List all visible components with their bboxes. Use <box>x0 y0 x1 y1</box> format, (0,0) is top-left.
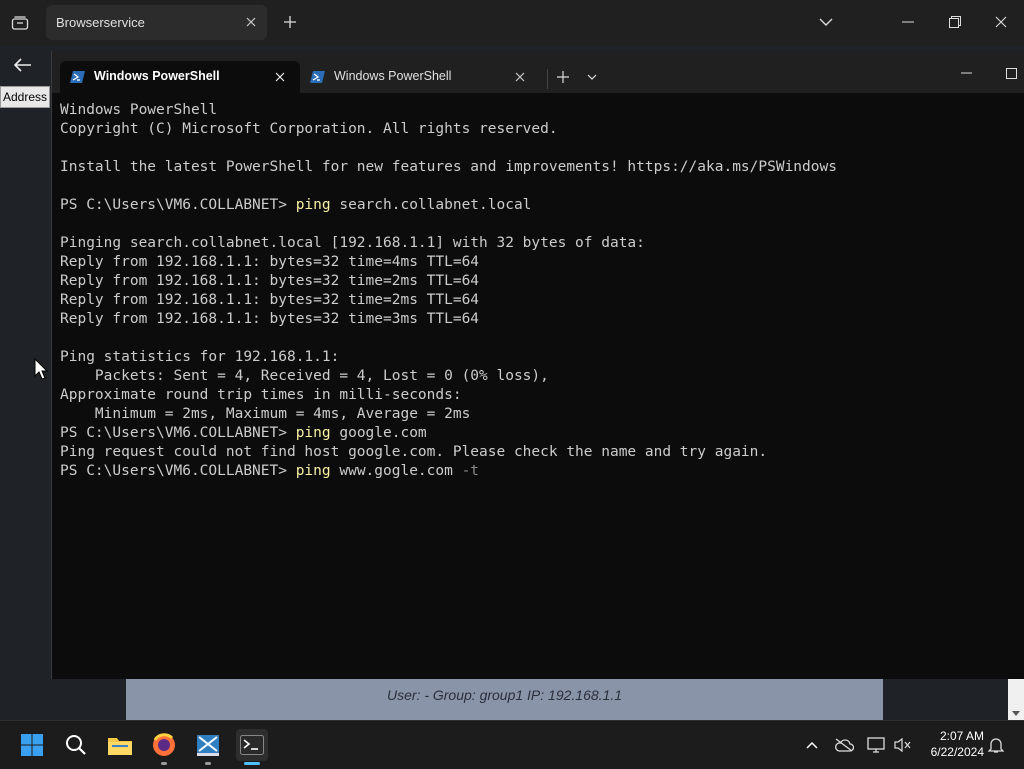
clock-date: 6/22/2024 <box>930 745 984 759</box>
terminal-output-line: Copyright (C) Microsoft Corporation. All… <box>60 121 558 137</box>
terminal-command-line: PS C:\Users\VM6.COLLABNET> ping www.gogl… <box>60 462 1010 481</box>
terminal-command-line: PS C:\Users\VM6.COLLABNET> ping google.c… <box>60 424 1010 443</box>
command-argument: search.collabnet.local <box>330 197 532 213</box>
terminal-tab-title: Windows PowerShell <box>94 69 220 83</box>
terminal-tab-2[interactable]: Windows PowerShell <box>300 61 540 93</box>
terminal-command-line: PS C:\Users\VM6.COLLABNET> ping search.c… <box>60 196 1010 215</box>
command-argument: google.com <box>330 425 427 441</box>
firefox-icon[interactable] <box>148 729 180 765</box>
terminal-maximize-button[interactable] <box>998 63 1024 83</box>
command-name: ping <box>295 425 331 441</box>
tab-list-chevron-down-icon[interactable] <box>811 8 841 36</box>
file-explorer-icon[interactable] <box>104 729 136 761</box>
page-status-text: User: - Group: group1 IP: 192.168.1.1 <box>386 686 623 703</box>
notification-bell-icon[interactable] <box>986 735 1006 755</box>
close-icon[interactable] <box>511 68 529 86</box>
terminal-output-line: Ping statistics for 192.168.1.1: <box>60 349 340 365</box>
terminal-output-line: Pinging search.collabnet.local [192.168.… <box>60 235 645 251</box>
command-argument: www.gogle.com <box>330 463 462 479</box>
restore-button[interactable] <box>940 8 970 36</box>
terminal-output-line: Minimum = 2ms, Maximum = 4ms, Average = … <box>60 406 471 422</box>
terminal-tab-bar: Windows PowerShell Windows PowerShell <box>52 51 1024 93</box>
page-status-bar: User: - Group: group1 IP: 192.168.1.1 <box>126 679 883 720</box>
terminal-output-line: Windows PowerShell <box>60 102 218 118</box>
browser-tab[interactable]: Browserservice <box>46 5 267 40</box>
terminal-tab-title: Windows PowerShell <box>334 69 452 83</box>
terminal-output-line: Reply from 192.168.1.1: bytes=32 time=4m… <box>60 254 480 270</box>
prompt: PS C:\Users\VM6.COLLABNET> <box>60 197 296 213</box>
browser-tab-title: Browserservice <box>56 15 145 30</box>
terminal-minimize-button[interactable] <box>952 63 980 83</box>
command-name: ping <box>295 197 331 213</box>
command-parameter: -t <box>461 463 480 479</box>
running-indicator <box>205 762 211 765</box>
browser-tab-strip: Browserservice <box>0 0 1024 46</box>
display-icon[interactable] <box>866 735 886 755</box>
close-window-button[interactable] <box>986 8 1016 36</box>
running-indicator <box>161 762 167 765</box>
terminal-output[interactable]: Windows PowerShell Copyright (C) Microsof… <box>60 101 1010 661</box>
new-tab-button[interactable] <box>280 12 300 32</box>
network-app-icon[interactable] <box>192 729 224 765</box>
search-icon[interactable] <box>60 729 92 761</box>
terminal-output-line: Reply from 192.168.1.1: bytes=32 time=2m… <box>60 273 480 289</box>
terminal-output-line: Packets: Sent = 4, Received = 4, Lost = … <box>60 368 549 384</box>
page-background <box>883 679 1008 720</box>
chevron-down-icon[interactable] <box>582 67 602 87</box>
taskbar: 2:07 AM 6/22/2024 <box>0 720 1024 769</box>
system-clock[interactable]: 2:07 AM 6/22/2024 <box>918 728 984 760</box>
start-windows-icon[interactable] <box>16 729 48 761</box>
terminal-output-line: Reply from 192.168.1.1: bytes=32 time=3m… <box>60 311 480 327</box>
close-icon[interactable] <box>271 68 289 86</box>
powershell-icon <box>70 69 86 85</box>
tab-actions-icon[interactable] <box>8 11 32 35</box>
terminal-tab-1[interactable]: Windows PowerShell <box>60 61 300 93</box>
volume-muted-icon[interactable] <box>892 735 912 755</box>
scroll-down-arrow-icon[interactable] <box>1008 708 1024 718</box>
cloud-offline-icon[interactable] <box>834 735 854 755</box>
new-terminal-tab-button[interactable] <box>552 67 574 87</box>
active-indicator <box>244 762 260 765</box>
clock-time: 2:07 AM <box>939 729 984 743</box>
terminal-output-line: Ping request could not find host google.… <box>60 444 768 460</box>
powershell-icon <box>310 69 326 85</box>
mouse-cursor-icon <box>34 357 49 385</box>
close-icon[interactable] <box>243 14 259 30</box>
terminal-output-line: Reply from 192.168.1.1: bytes=32 time=2m… <box>60 292 480 308</box>
terminal-icon[interactable] <box>236 729 268 765</box>
terminal-window: Windows PowerShell Windows PowerShell Wi… <box>51 51 1024 679</box>
terminal-output-line: Install the latest PowerShell for new fe… <box>60 159 837 175</box>
command-name: ping <box>295 463 331 479</box>
tab-separator <box>547 69 548 89</box>
minimize-button[interactable] <box>893 8 923 36</box>
scrollbar[interactable] <box>1008 679 1024 720</box>
terminal-output-line: Approximate round trip times in milli-se… <box>60 387 462 403</box>
address-label: Address <box>0 86 50 108</box>
prompt: PS C:\Users\VM6.COLLABNET> <box>60 425 296 441</box>
chevron-up-icon[interactable] <box>802 735 822 755</box>
back-arrow-icon[interactable] <box>8 52 38 78</box>
prompt: PS C:\Users\VM6.COLLABNET> <box>60 463 296 479</box>
